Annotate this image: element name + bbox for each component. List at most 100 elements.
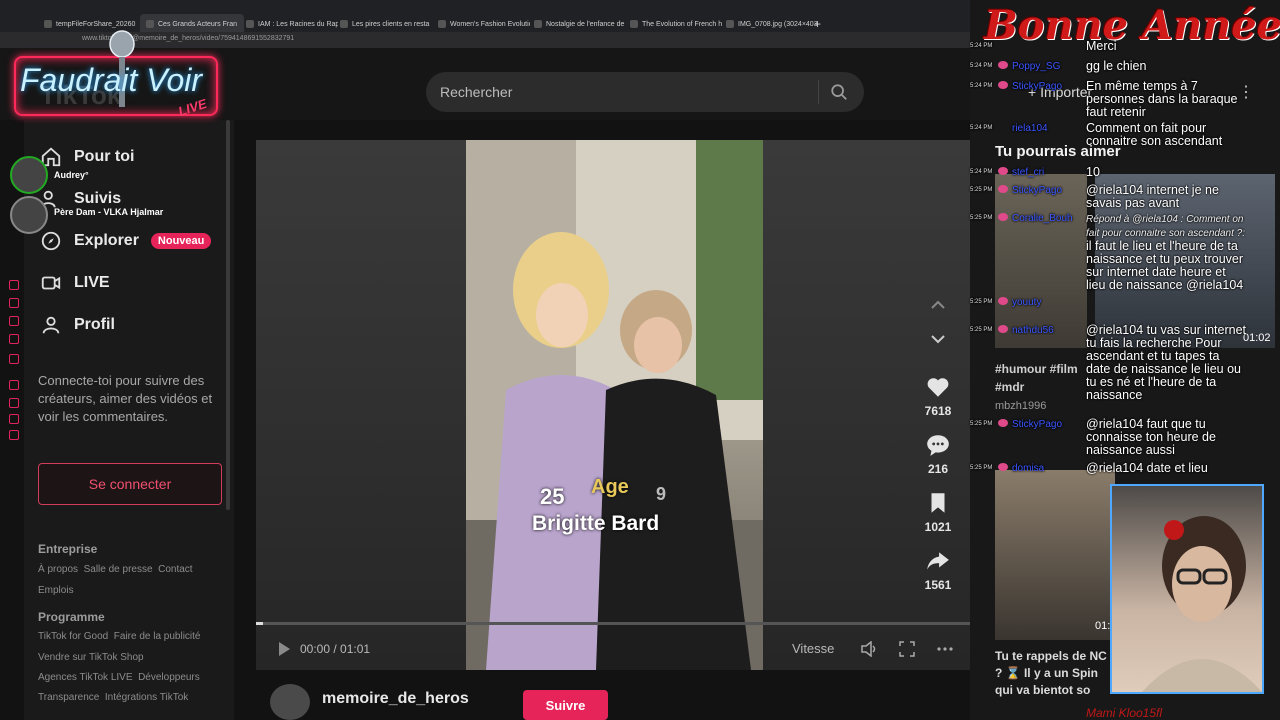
chat-user[interactable]: Poppy_SG [1012,60,1060,73]
like-action[interactable]: 7618 [922,374,954,418]
nav-item-live[interactable]: LIVE [40,272,110,294]
tab-favicon-icon [630,20,638,28]
chat-text: il faut le lieu et l'heure de ta naissan… [1086,239,1244,292]
toolbar-icon[interactable] [9,298,19,308]
browser-tab[interactable]: Ces Grands Acteurs Fran [140,14,244,34]
search-placeholder[interactable]: Rechercher [440,84,512,100]
browser-tab[interactable]: The Evolution of French h [630,14,722,34]
chat-time: 5:25 PM [970,327,993,333]
toolbar-icon[interactable] [9,334,19,344]
heart-icon [927,378,949,397]
footer-link[interactable]: Agences TikTok LIVE [38,672,133,683]
login-note: Connecte-toi pour suivre des créateurs, … [38,373,213,424]
volume-icon[interactable] [860,641,878,657]
chat-text: 10 [1086,165,1100,179]
chat-user[interactable]: nathdu56 [1012,324,1054,337]
toolbar-icon[interactable] [9,354,19,364]
save-count: 1021 [924,520,952,534]
play-icon[interactable] [276,641,292,657]
footer-link[interactable]: Salle de presse [84,564,153,575]
toolbar-icon[interactable] [9,380,19,390]
browser-tab[interactable]: Nostalgie de l'enfance de [534,14,626,34]
viewer-avatar [10,156,48,194]
follow-button[interactable]: Suivre [523,690,608,720]
toolbar-icon[interactable] [9,398,19,408]
toolbar-icon[interactable] [9,316,19,326]
badge-icon [998,185,1008,193]
tab-favicon-icon [726,20,734,28]
tab-label: Les pires clients en resta [352,20,430,28]
nav-label: Pour toi [74,148,135,165]
suggestion-caption[interactable]: Tu te rappels de NC ? ⌛ Il y a un Spin q… [995,648,1115,699]
chat-time: 5:24 PM [970,125,993,131]
fullscreen-icon[interactable] [899,641,915,657]
tab-favicon-icon [534,20,542,28]
toolbar-icon[interactable] [9,280,19,290]
footer-link[interactable]: TikTok for Good [38,631,108,642]
chat-time: 5:25 PM [970,299,993,305]
video-progress-fill [256,622,264,625]
browser-tab[interactable]: Les pires clients en resta [340,14,432,34]
footer-link[interactable]: Faire de la publicité [114,631,201,642]
chat-user[interactable]: StickyPago [1012,184,1062,197]
share-count: 1561 [924,578,952,592]
viewer-avatar [10,196,48,234]
author-name[interactable]: memoire_de_heros [322,690,469,708]
chat-text: @riela104 date et lieu [1086,461,1208,475]
new-tab-button[interactable]: + [814,14,821,34]
chat-reply: Répond à @riela104 : Comment on fait pou… [1086,214,1245,239]
chevron-down-icon[interactable] [928,330,948,348]
save-action[interactable]: 1021 [922,490,954,534]
sidebar-scrollbar[interactable] [226,120,230,510]
chat-time: 5:25 PM [970,421,993,427]
chat-user[interactable]: StickyPago [1012,418,1062,431]
video-overlay-age: Age [591,476,629,498]
footer-link[interactable]: Développeurs [138,672,200,683]
tab-favicon-icon [44,20,52,28]
chat-user[interactable]: domisa [1012,462,1044,475]
chat-user[interactable]: stef_cri [1012,166,1044,179]
chat-user[interactable]: StickyPago [1012,80,1062,93]
suggestion-thumbnail[interactable] [995,174,1087,348]
badge-icon [998,297,1008,305]
chevron-up-icon[interactable] [928,296,948,314]
nav-label: LIVE [74,274,110,291]
profile-icon [42,316,60,334]
nav-item-profil[interactable]: Profil [40,314,115,336]
login-button[interactable]: Se connecter [38,463,222,505]
suggestion-user[interactable]: mbzh1996 [995,400,1046,412]
badge-icon [998,463,1008,471]
footer-link[interactable]: Emplois [38,585,74,596]
footer-link[interactable]: Intégrations TikTok [105,692,188,703]
chat-user[interactable]: riela104 [1012,122,1048,135]
browser-tab[interactable]: IMG_0708.jpg (3024×403 [726,14,818,34]
browser-tab[interactable]: IAM : Les Racines du Rap [246,14,338,34]
footer-link[interactable]: À propos [38,564,78,575]
suggestion-thumbnail[interactable] [995,470,1115,640]
video-frame[interactable] [466,140,763,670]
video-overlay-name: Brigitte Bard [532,512,660,535]
toolbar-icon[interactable] [9,414,19,424]
nav-item-pour-toi[interactable]: Pour toi [40,146,134,168]
speed-button[interactable]: Vitesse [792,641,834,656]
footer-link[interactable]: Contact [158,564,192,575]
author-avatar[interactable] [270,684,310,720]
more-icon[interactable] [936,641,954,657]
search-icon[interactable] [830,83,848,101]
compass-icon [41,231,61,251]
footer-link[interactable]: Transparence [38,692,99,703]
webcam-image [1142,516,1262,692]
chat-text-block: Répond à @riela104 : Comment on fait pou… [1086,212,1246,292]
chat-time: 5:24 PM [970,63,993,69]
chat-user[interactable]: youuty [1012,296,1041,309]
share-action[interactable]: 1561 [922,548,954,592]
video-progress-track[interactable] [256,622,974,625]
tab-favicon-icon [246,20,254,28]
new-badge: Nouveau [150,233,212,249]
chat-user[interactable]: Coralie_Bouh [1012,212,1073,225]
toolbar-icon[interactable] [9,430,19,440]
footer-link[interactable]: Vendre sur TikTok Shop [38,652,144,663]
browser-tab[interactable]: Women's Fashion Evolutio [438,14,530,34]
nav-item-explorer[interactable]: Explorer Nouveau [40,230,212,252]
comment-action[interactable]: 216 [922,432,954,476]
